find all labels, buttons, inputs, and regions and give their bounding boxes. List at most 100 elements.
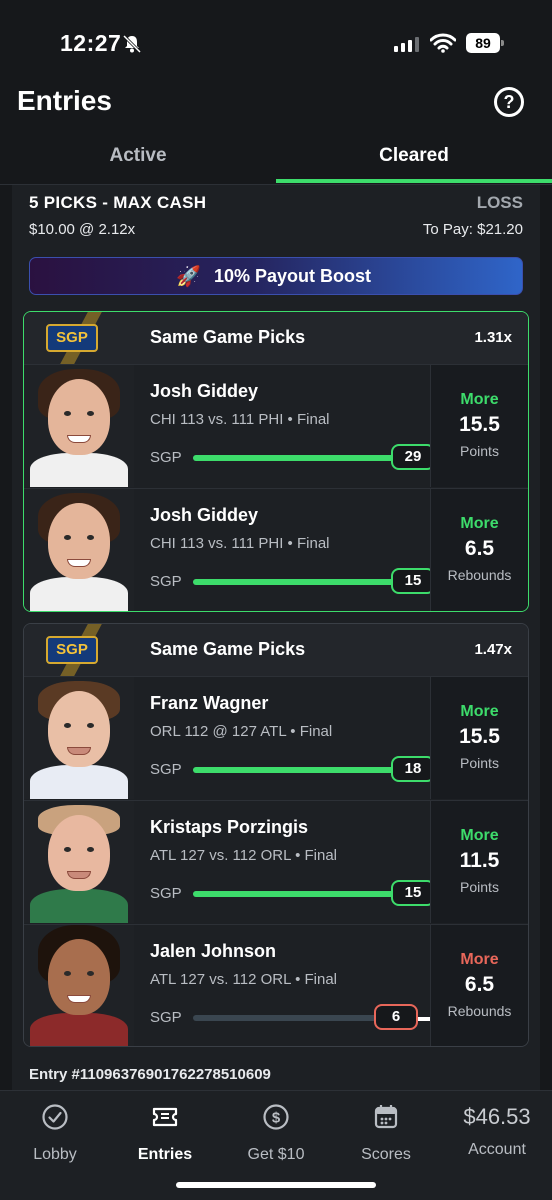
pick-line: More 15.5 Points <box>430 365 528 487</box>
tab-selected-indicator <box>276 179 552 183</box>
payout-boost-text: 10% Payout Boost <box>214 266 372 286</box>
player-photo <box>24 677 134 799</box>
svg-text:$: $ <box>272 1110 281 1127</box>
pick-stat: Points <box>460 879 499 895</box>
nav-label: Get $10 <box>247 1146 305 1163</box>
nav-scores[interactable]: Scores <box>331 1103 441 1164</box>
entry-to-pay: To Pay: $21.20 <box>422 221 523 238</box>
progress-track <box>193 455 413 461</box>
pick-stat: Rebounds <box>447 567 512 583</box>
player-name: Jalen Johnson <box>150 941 277 961</box>
pick-line-value: 6.5 <box>464 973 495 996</box>
home-indicator <box>176 1182 376 1188</box>
actual-stat-value: 15 <box>391 568 435 594</box>
payout-boost-banner: 🚀 10% Payout Boost <box>29 257 523 295</box>
pick-row[interactable]: Kristaps Porzingis ATL 127 vs. 112 ORL •… <box>24 800 528 923</box>
progress-track <box>193 891 413 897</box>
pick-line: More 11.5 Points <box>430 801 528 923</box>
player-photo <box>24 801 134 923</box>
pick-tag: SGP <box>150 449 182 466</box>
actual-stat-value: 6 <box>374 1004 418 1030</box>
progress-fill <box>193 579 413 585</box>
wifi-icon <box>430 33 456 53</box>
pick-line: More 6.5 Rebounds <box>430 925 528 1046</box>
progress-fill <box>193 767 413 773</box>
entry-result-badge: LOSS <box>476 193 523 212</box>
rocket-icon: 🚀 <box>176 266 201 288</box>
ticket-icon <box>152 1107 178 1127</box>
player-name: Kristaps Porzingis <box>150 817 309 837</box>
game-score: CHI 113 vs. 111 PHI • Final <box>150 411 330 428</box>
nav-account[interactable]: $46.53 Account <box>442 1103 552 1159</box>
status-time: 12:27 <box>60 30 122 56</box>
pick-stat: Rebounds <box>447 1003 512 1019</box>
progress-fill <box>193 891 413 897</box>
pick-line: More 15.5 Points <box>430 677 528 799</box>
nav-entries[interactable]: Entries <box>110 1103 220 1164</box>
player-name: Josh Giddey <box>150 381 259 401</box>
page-title: Entries <box>17 85 112 116</box>
entry-card[interactable]: 5 PICKS - MAX CASH LOSS $10.00 @ 2.12x T… <box>12 185 540 1090</box>
player-photo <box>24 365 134 487</box>
pick-stat: Points <box>460 443 499 459</box>
tab-active[interactable]: Active <box>0 135 276 183</box>
nav-lobby[interactable]: Lobby <box>0 1103 110 1164</box>
sgp-group-header: SGP Same Game Picks 1.31x <box>24 312 528 364</box>
nav-label: Lobby <box>33 1146 77 1163</box>
player-name: Franz Wagner <box>150 693 269 713</box>
help-icon[interactable]: ? <box>494 87 524 117</box>
pick-tag: SGP <box>150 761 182 778</box>
pick-line-value: 6.5 <box>464 537 495 560</box>
dollar-circle-icon: $ <box>263 1104 289 1130</box>
pick-line: More 6.5 Rebounds <box>430 489 528 611</box>
account-balance: $46.53 <box>463 1104 531 1129</box>
player-name: Josh Giddey <box>150 505 259 525</box>
entry-id: Entry #110963769017622785106​09 <box>29 1066 271 1083</box>
pick-direction: More <box>460 515 499 532</box>
actual-stat-value: 18 <box>391 756 435 782</box>
player-photo <box>24 489 134 611</box>
sgp-group: SGP Same Game Picks 1.31x Josh Giddey CH… <box>23 311 529 612</box>
pick-row[interactable]: Franz Wagner ORL 112 @ 127 ATL • Final S… <box>24 676 528 799</box>
pick-stat: Points <box>460 755 499 771</box>
sgp-multiplier: 1.47x <box>474 641 512 658</box>
entry-stake: $10.00 @ 2.12x <box>29 221 136 238</box>
check-circle-icon <box>42 1104 68 1130</box>
game-score: ORL 112 @ 127 ATL • Final <box>150 723 333 740</box>
actual-stat-value: 15 <box>391 880 435 906</box>
signal-icon <box>394 36 419 52</box>
sgp-badge: SGP <box>46 636 98 664</box>
status-bar: 12:27 89 <box>0 0 552 80</box>
pick-direction: More <box>460 951 499 968</box>
game-score: ATL 127 vs. 112 ORL • Final <box>150 847 338 864</box>
pick-row[interactable]: Josh Giddey CHI 113 vs. 111 PHI • Final … <box>24 488 528 611</box>
calendar-icon <box>374 1105 398 1129</box>
game-score: CHI 113 vs. 111 PHI • Final <box>150 535 330 552</box>
pick-tag: SGP <box>150 885 182 902</box>
bell-off-icon <box>122 34 142 54</box>
progress-track <box>193 579 413 585</box>
player-photo <box>24 925 134 1046</box>
nav-label: Entries <box>137 1146 193 1163</box>
pick-row[interactable]: Josh Giddey CHI 113 vs. 111 PHI • Final … <box>24 364 528 487</box>
pick-direction: More <box>460 391 499 408</box>
entries-tabs: Active Cleared <box>0 135 552 185</box>
tab-cleared[interactable]: Cleared <box>276 135 552 183</box>
sgp-badge: SGP <box>46 324 98 352</box>
pick-tag: SGP <box>150 1009 182 1026</box>
pick-direction: More <box>460 703 499 720</box>
sgp-group-title: Same Game Picks <box>150 639 306 659</box>
nav-get-10[interactable]: $ Get $10 <box>221 1103 331 1164</box>
pick-direction: More <box>460 827 499 844</box>
progress-fill <box>193 455 413 461</box>
sgp-multiplier: 1.31x <box>474 329 512 346</box>
game-score: ATL 127 vs. 112 ORL • Final <box>150 971 338 988</box>
entry-title: 5 PICKS - MAX CASH <box>29 193 207 212</box>
progress-track <box>193 767 413 773</box>
pick-tag: SGP <box>150 573 182 590</box>
sgp-group-header: SGP Same Game Picks 1.47x <box>24 624 528 676</box>
nav-label: Scores <box>361 1146 411 1163</box>
pick-row[interactable]: Jalen Johnson ATL 127 vs. 112 ORL • Fina… <box>24 924 528 1046</box>
nav-label: Account <box>468 1141 526 1158</box>
actual-stat-value: 29 <box>391 444 435 470</box>
